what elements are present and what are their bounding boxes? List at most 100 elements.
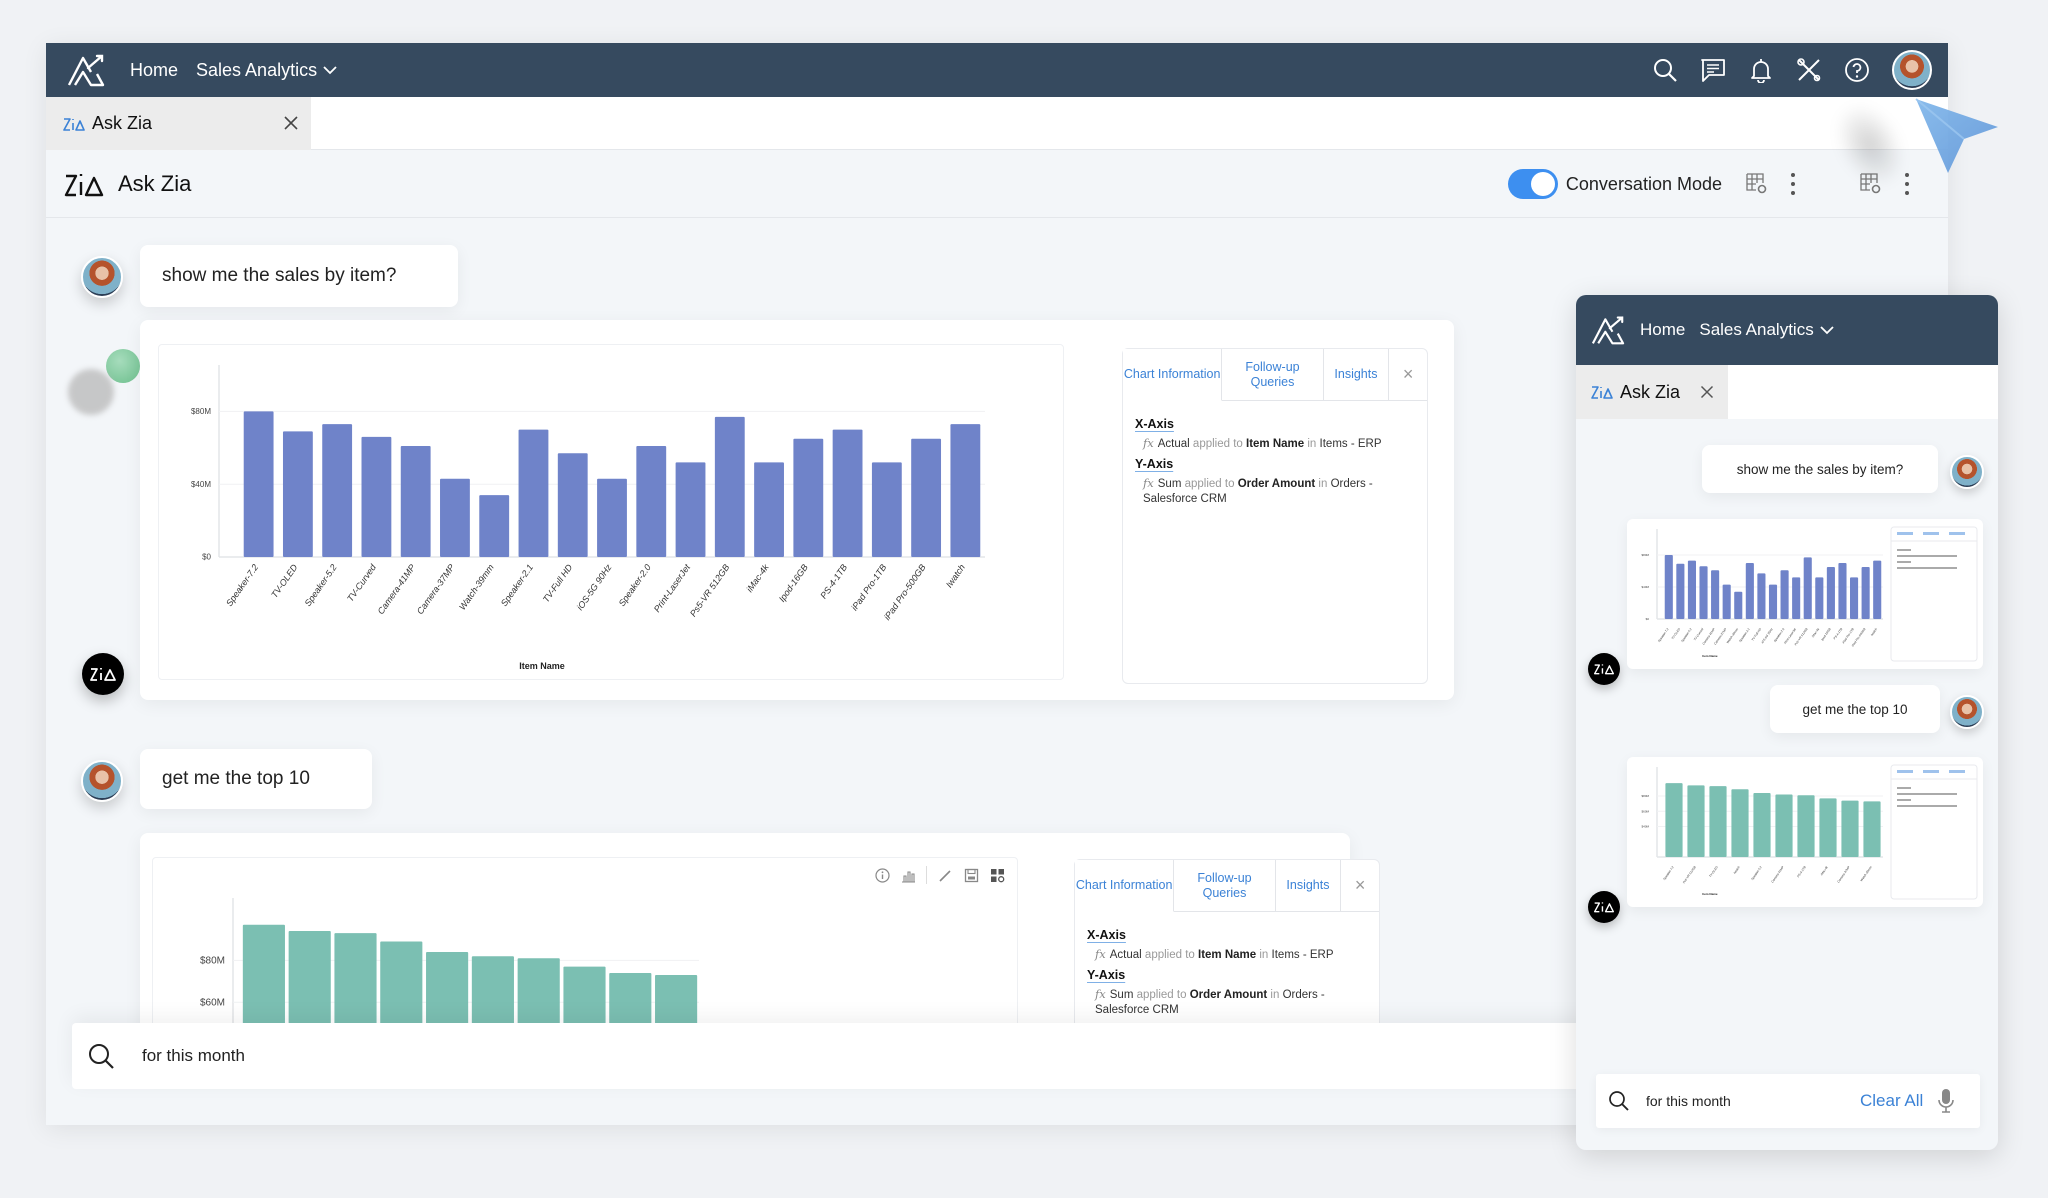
- tab-follow-up-queries[interactable]: Follow-up Queries: [1174, 860, 1276, 911]
- mini-info-text: [1897, 567, 1957, 569]
- bar: [1687, 560, 1696, 619]
- close-tab-icon[interactable]: [279, 111, 303, 135]
- x-tick-label: Camera-37MP: [415, 562, 457, 616]
- ask-zia-header: Ask Zia Conversation Mode: [46, 150, 1948, 218]
- bar: [950, 424, 981, 557]
- bar: [1826, 567, 1835, 619]
- bar: [1780, 570, 1789, 619]
- info-tabs: Chart Information Follow-up Queries Insi…: [1075, 860, 1379, 912]
- tools-icon[interactable]: [1796, 57, 1822, 83]
- close-info-panel-icon[interactable]: ×: [1389, 349, 1427, 400]
- more-options-icon[interactable]: [1788, 171, 1798, 197]
- y-tick-label: $80M: [1641, 553, 1649, 557]
- mini-info-tab: [1949, 770, 1965, 773]
- zia-icon: [1591, 386, 1613, 399]
- chart-info-body: X-Axis fx Actual applied to Item Name in …: [1123, 401, 1427, 524]
- mobile-tab-bar: Ask Zia: [1576, 365, 1998, 419]
- tab-chart-information[interactable]: Chart Information: [1075, 860, 1175, 912]
- user-avatar: [81, 760, 123, 802]
- table-settings-icon[interactable]: [1744, 171, 1770, 197]
- x-tick-label: Watch-39mm: [1726, 627, 1740, 644]
- chart-type-icon[interactable]: [900, 867, 916, 883]
- y-tick-label: $80M: [200, 956, 225, 967]
- x-tick-label: Iwatch: [944, 562, 967, 589]
- mobile-question-bubble: show me the sales by item?: [1702, 445, 1938, 493]
- info-icon[interactable]: [874, 867, 890, 883]
- y-tick-label: $80M: [1641, 794, 1649, 798]
- mobile-tab-ask-zia[interactable]: Ask Zia: [1576, 365, 1728, 419]
- x-tick-label: Speaker-2.1: [1738, 627, 1751, 643]
- clear-all-button[interactable]: Clear All: [1860, 1091, 1923, 1111]
- add-to-dashboard-icon[interactable]: [989, 867, 1005, 883]
- x-axis-title: Item Name: [1702, 654, 1718, 658]
- y-axis-description: fx Sum applied to Order Amount in Orders …: [1143, 476, 1373, 505]
- mini-info-panel: [1890, 526, 1978, 662]
- mobile-nav-workspace-dropdown[interactable]: Sales Analytics: [1699, 320, 1834, 340]
- close-info-panel-icon[interactable]: ×: [1341, 860, 1379, 911]
- analytics-logo-icon[interactable]: [66, 52, 106, 88]
- workspace-label: Sales Analytics: [1699, 320, 1814, 339]
- bar: [1768, 584, 1778, 619]
- x-tick-label: Ps5-VR 512GB: [688, 562, 731, 618]
- save-icon[interactable]: [963, 867, 979, 883]
- chevron-down-icon: [323, 66, 337, 75]
- ask-query-input[interactable]: [142, 1046, 1042, 1066]
- analytics-logo-icon[interactable]: [1590, 314, 1626, 346]
- tab-chart-information[interactable]: Chart Information: [1123, 349, 1223, 401]
- search-icon[interactable]: [1652, 57, 1678, 83]
- conversation-mode-toggle[interactable]: [1507, 169, 1558, 199]
- bar: [1815, 577, 1824, 619]
- mobile-nav-home-link[interactable]: Home: [1640, 320, 1685, 340]
- nav-workspace-dropdown[interactable]: Sales Analytics: [196, 60, 337, 81]
- mini-info-text: [1897, 555, 1957, 557]
- bar: [1757, 573, 1766, 619]
- user-avatar: [1950, 695, 1984, 729]
- help-icon[interactable]: [1844, 57, 1870, 83]
- chart-response-card: $0 $40M $80M Speaker-7.2 TV-OLED Speaker-5.2 T…: [140, 320, 1454, 700]
- x-tick-label: Camera-41MP: [376, 562, 418, 616]
- search-icon: [89, 1044, 114, 1069]
- bar: [675, 462, 706, 557]
- bar: [1775, 794, 1793, 857]
- zia-bot-avatar: [1588, 891, 1620, 923]
- bell-icon[interactable]: [1748, 57, 1774, 83]
- x-tick-label: iOS-5G 90Hz: [1760, 627, 1774, 644]
- bar: [1792, 577, 1801, 619]
- bar: [1687, 785, 1705, 857]
- decorative-gray-ball: [68, 369, 114, 415]
- tab-ask-zia[interactable]: Ask Zia: [46, 97, 311, 150]
- x-tick-label: Speaker-5.2: [1680, 627, 1693, 643]
- tab-insights[interactable]: Insights: [1324, 349, 1390, 400]
- edit-icon[interactable]: [937, 867, 953, 883]
- bar-chart-sales-by-item: $0$40M$80MSpeaker-7.2 TV-OLED Speaker-5.2 T…: [191, 365, 985, 671]
- x-tick-label: Speaker-2.0: [617, 562, 653, 608]
- mini-info-tab: [1949, 532, 1965, 535]
- user-avatar[interactable]: [1892, 50, 1932, 90]
- y-tick-label: $40M: [1641, 585, 1649, 589]
- bar: [911, 438, 942, 557]
- close-tab-icon[interactable]: [1696, 381, 1718, 403]
- mobile-preview-panel: Home Sales Analytics Ask Zia show me the…: [1576, 295, 1998, 1150]
- mini-info-text: [1897, 799, 1911, 801]
- tab-insights[interactable]: Insights: [1276, 860, 1342, 911]
- bar: [1797, 795, 1815, 857]
- mini-info-text: [1897, 549, 1911, 551]
- mini-info-text: [1897, 805, 1957, 807]
- bar: [243, 411, 274, 557]
- toolbar-divider: [926, 866, 927, 884]
- mobile-ask-query-input[interactable]: [1646, 1093, 1856, 1109]
- x-axis-title: X-Axis: [1135, 417, 1174, 431]
- info-tabs: Chart Information Follow-up Queries Insi…: [1123, 349, 1427, 401]
- bar: [1734, 591, 1743, 619]
- x-tick-label: Speaker-2.1: [499, 562, 535, 608]
- function-icon: fx: [1143, 436, 1154, 450]
- comments-icon[interactable]: [1700, 57, 1726, 83]
- mini-info-tab: [1897, 770, 1913, 773]
- bar: [1838, 563, 1847, 619]
- tab-follow-up-queries[interactable]: Follow-up Queries: [1222, 349, 1324, 400]
- x-tick-label: Camera-41MP: [1770, 865, 1784, 883]
- zia-bot-avatar: [1588, 653, 1620, 685]
- microphone-icon[interactable]: [1937, 1088, 1955, 1114]
- nav-home-link[interactable]: Home: [130, 60, 178, 81]
- x-tick-label: TV-OLED: [1708, 865, 1719, 879]
